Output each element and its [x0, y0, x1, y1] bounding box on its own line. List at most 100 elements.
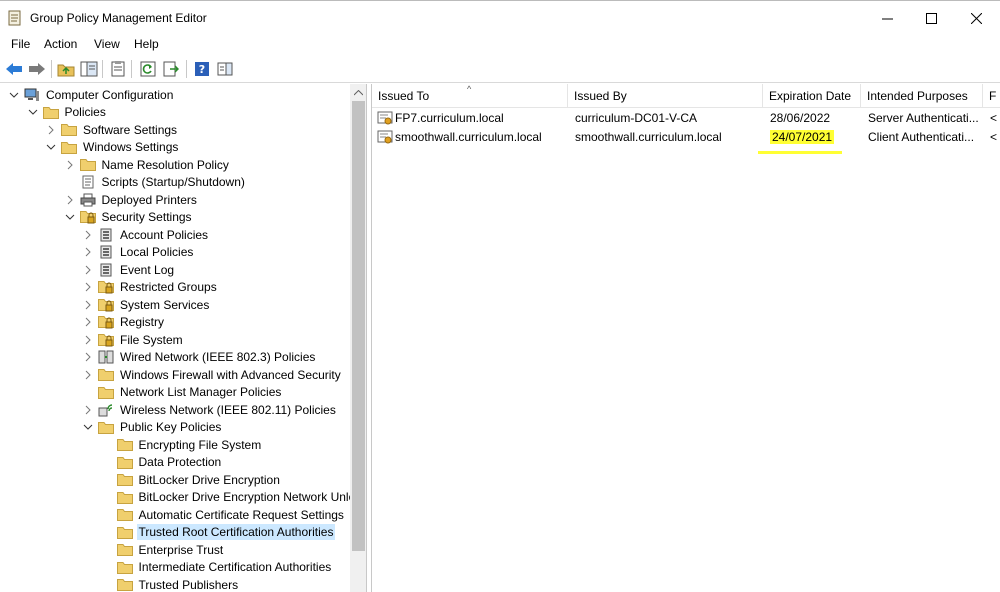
svg-text:?: ?: [199, 63, 205, 76]
tree-node[interactable]: System Services: [82, 296, 211, 313]
security-folder-icon: [98, 280, 114, 294]
tree-node[interactable]: Windows Firewall with Advanced Security: [82, 366, 343, 383]
chevron-down-icon[interactable]: [8, 89, 20, 101]
chevron-right-icon[interactable]: [82, 369, 94, 381]
chevron-right-icon[interactable]: [82, 264, 94, 276]
cell-issued-to[interactable]: smoothwall.curriculum.local: [395, 128, 567, 146]
chevron-down-icon[interactable]: [45, 141, 57, 153]
column-issued-by[interactable]: Issued By: [568, 84, 763, 108]
tree-node[interactable]: Deployed Printers: [64, 191, 199, 208]
chevron-down-icon[interactable]: [64, 211, 76, 223]
tree-node[interactable]: Encrypting File System: [101, 436, 264, 453]
title-bar: Group Policy Management Editor: [0, 0, 1000, 34]
tree-node[interactable]: Data Protection: [101, 454, 224, 471]
chevron-right-icon[interactable]: [82, 299, 94, 311]
tree-node-label: Security Settings: [101, 210, 192, 224]
scrollbar-thumb[interactable]: [352, 101, 365, 551]
tree-node[interactable]: Automatic Certificate Request Settings: [101, 506, 346, 523]
tree-node[interactable]: Security Settings: [64, 209, 194, 226]
cell-issued-by[interactable]: smoothwall.curriculum.local: [575, 128, 761, 146]
menu-file[interactable]: File: [11, 37, 30, 51]
menu-help[interactable]: Help: [134, 37, 159, 51]
tree-node[interactable]: Wired Network (IEEE 802.3) Policies: [82, 349, 317, 366]
tree-scrollbar[interactable]: [350, 84, 366, 592]
chevron-right-icon[interactable]: [45, 124, 57, 136]
export-list-icon[interactable]: [161, 59, 181, 79]
column-issued-to[interactable]: Issued To: [372, 84, 568, 108]
gpo-editor-icon: [8, 10, 22, 26]
tree-node[interactable]: Software Settings: [45, 121, 179, 138]
help-icon[interactable]: ?: [192, 59, 212, 79]
tree-node[interactable]: Windows Settings: [45, 139, 180, 156]
chevron-right-icon[interactable]: [82, 246, 94, 258]
tree-node-label: Network List Manager Policies: [120, 385, 282, 399]
up-folder-icon[interactable]: [56, 59, 76, 79]
tree-node[interactable]: Trusted Root Certification Authorities: [101, 524, 336, 541]
tree-node[interactable]: Computer Configuration: [8, 86, 175, 103]
folder-icon: [42, 105, 59, 119]
chevron-down-icon[interactable]: [82, 421, 94, 433]
tree-node-label: Automatic Certificate Request Settings: [138, 507, 344, 522]
tree-node[interactable]: Account Policies: [82, 226, 210, 243]
tree-node[interactable]: Name Resolution Policy: [64, 156, 231, 173]
maximize-button[interactable]: [908, 1, 954, 35]
cell-text: <: [990, 130, 998, 144]
tree-node[interactable]: BitLocker Drive Encryption: [101, 471, 282, 488]
column-intended-purposes[interactable]: Intended Purposes: [861, 84, 983, 108]
tree-node[interactable]: BitLocker Drive Encryption Network Unlo: [101, 489, 358, 506]
tree-node[interactable]: Intermediate Certification Authorities: [101, 559, 334, 576]
tree-node[interactable]: Enterprise Trust: [101, 541, 226, 558]
column-friendly-name[interactable]: F: [983, 84, 1000, 108]
cell-extra[interactable]: <: [990, 128, 1000, 146]
menu-view[interactable]: View: [94, 37, 120, 51]
show-hide-tree-icon[interactable]: [79, 59, 99, 79]
folder-icon: [98, 368, 114, 382]
show-action-pane-icon[interactable]: [215, 59, 235, 79]
cell-purposes[interactable]: Client Authenticati...: [868, 128, 984, 146]
tree-node[interactable]: Wireless Network (IEEE 802.11) Policies: [82, 401, 338, 418]
cell-expiration[interactable]: 28/06/2022: [770, 109, 860, 127]
tree-node-label: Event Log: [120, 262, 175, 277]
cell-purposes[interactable]: Server Authenticati...: [868, 109, 984, 127]
back-icon[interactable]: [4, 59, 24, 79]
chevron-right-icon[interactable]: [82, 334, 94, 346]
chevron-right-icon[interactable]: [82, 229, 94, 241]
chevron-right-icon[interactable]: [82, 404, 94, 416]
refresh-icon[interactable]: [138, 59, 158, 79]
tree-node-label: Computer Configuration: [46, 87, 174, 102]
chevron-right-icon[interactable]: [82, 351, 94, 363]
tree-node[interactable]: Registry: [82, 314, 166, 331]
close-button[interactable]: [953, 1, 999, 35]
cell-text: Server Authenticati...: [868, 111, 979, 125]
chevron-right-icon[interactable]: [82, 281, 94, 293]
tree-node[interactable]: Public Key Policies: [82, 419, 223, 436]
cell-issued-by[interactable]: curriculum-DC01-V-CA: [575, 109, 761, 127]
tree-node[interactable]: Policies: [27, 104, 108, 121]
tree-node[interactable]: File System: [82, 331, 185, 348]
chevron-right-icon[interactable]: [64, 194, 76, 206]
chevron-right-icon[interactable]: [64, 159, 76, 171]
tree-node[interactable]: Restricted Groups: [82, 279, 219, 296]
menu-action[interactable]: Action: [44, 37, 77, 51]
scroll-up-button[interactable]: [350, 84, 366, 101]
tree-node[interactable]: Trusted Publishers: [101, 576, 241, 592]
tree-node[interactable]: Event Log: [82, 261, 176, 278]
tree-node[interactable]: Network List Manager Policies: [82, 384, 283, 401]
properties-icon[interactable]: [108, 59, 128, 79]
cell-issued-to[interactable]: FP7.curriculum.local: [395, 109, 567, 127]
cell-extra[interactable]: <: [990, 109, 1000, 127]
cell-expiration[interactable]: 24/07/2021: [770, 128, 860, 146]
forward-icon[interactable]: [27, 59, 47, 79]
chevron-down-icon[interactable]: [27, 106, 39, 118]
chevron-right-icon[interactable]: [82, 316, 94, 328]
cell-text: 24/07/2021: [770, 130, 835, 144]
certificate-icon: [377, 109, 393, 127]
column-expiration-date[interactable]: Expiration Date: [763, 84, 861, 108]
minimize-button[interactable]: [864, 1, 910, 35]
tree-node[interactable]: Scripts (Startup/Shutdown): [64, 174, 247, 191]
tree-node[interactable]: Local Policies: [82, 244, 195, 261]
